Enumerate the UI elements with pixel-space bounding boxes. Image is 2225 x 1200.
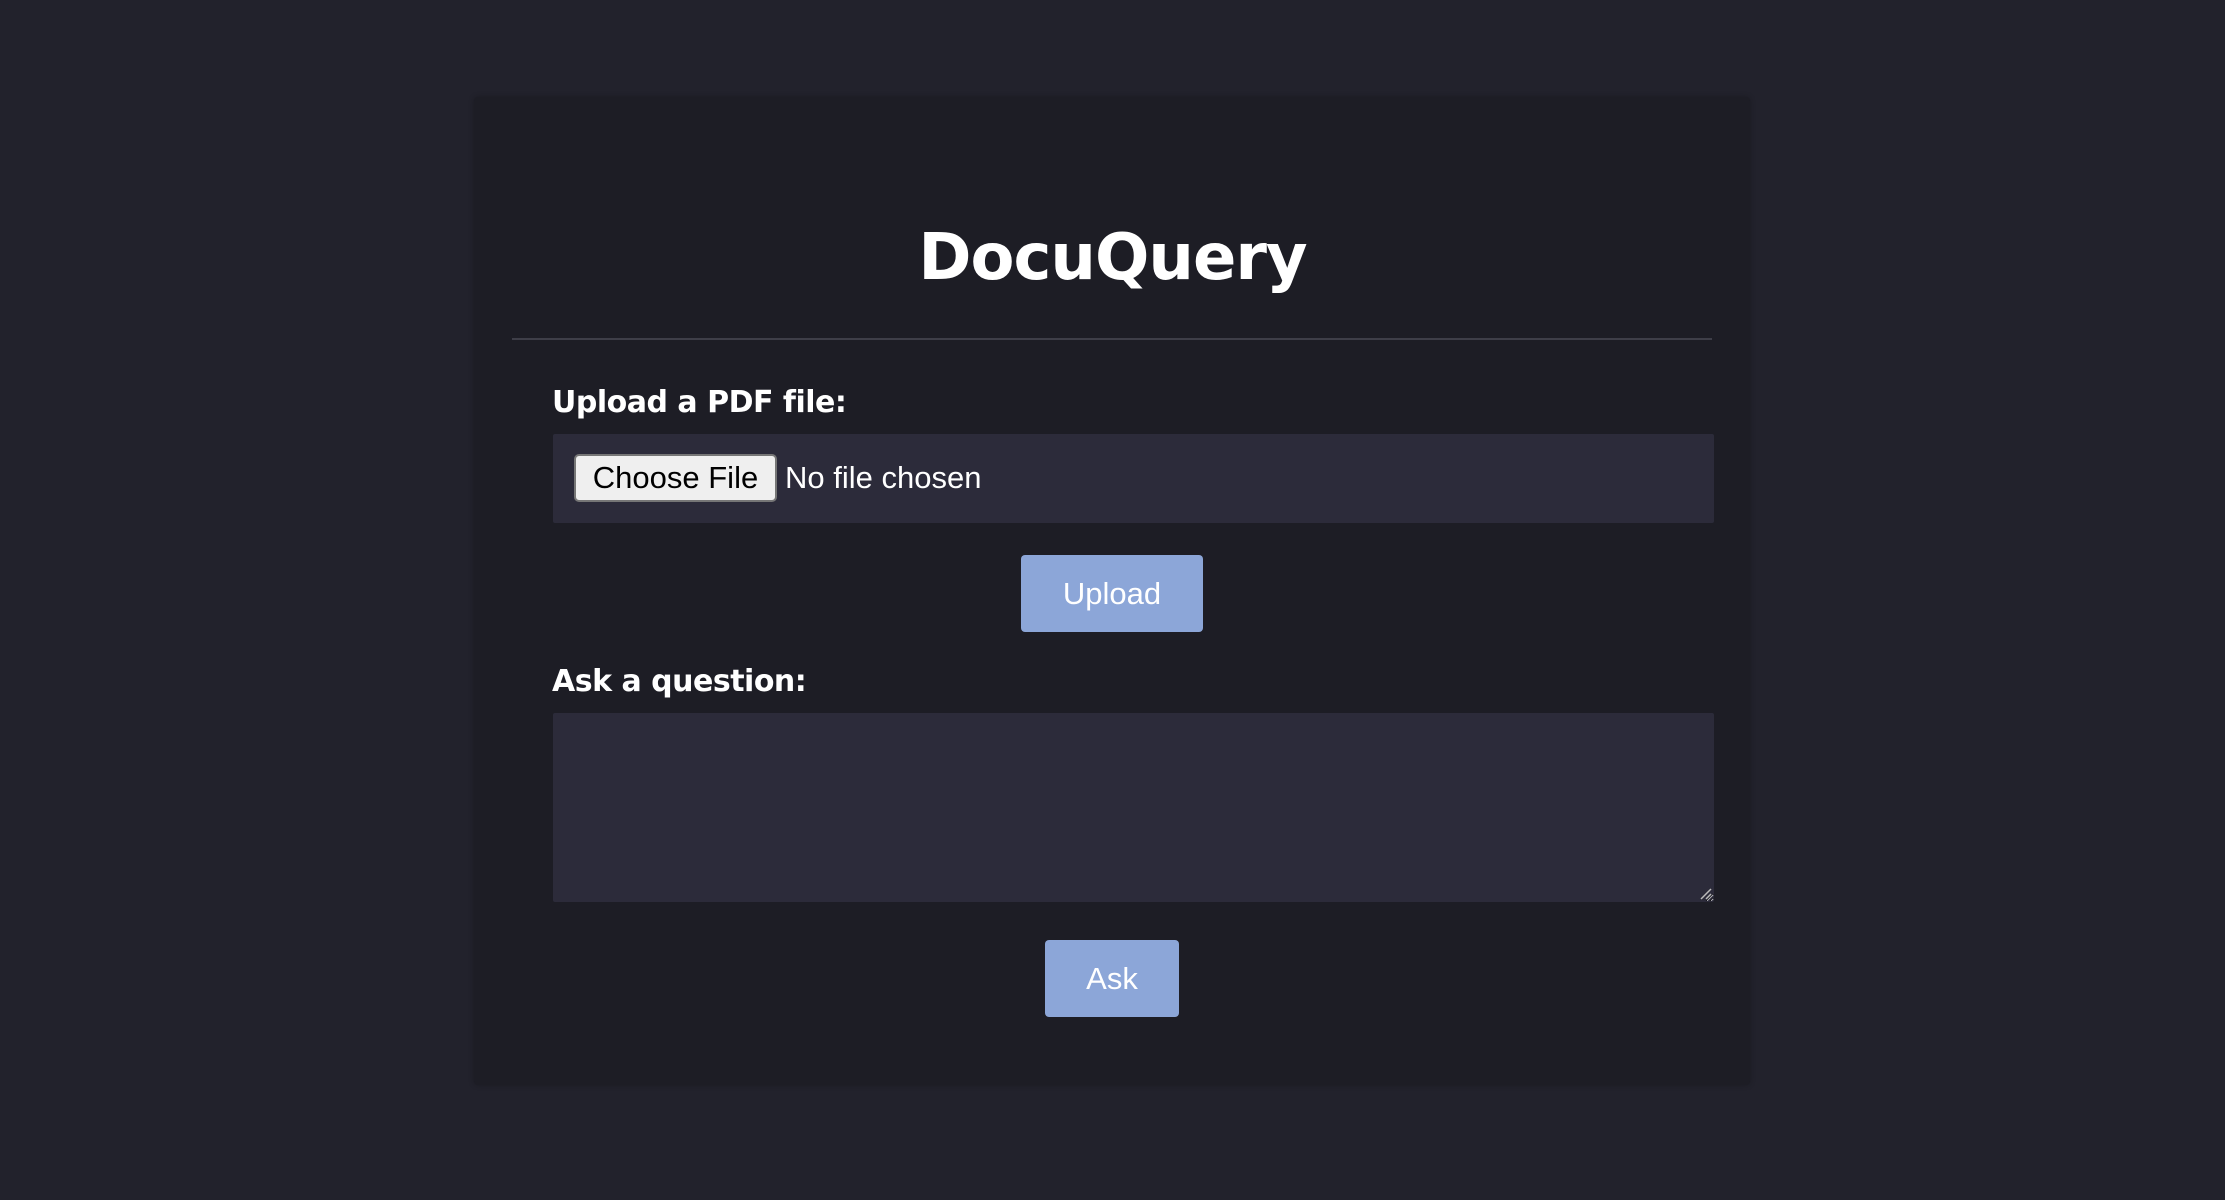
title-divider bbox=[512, 338, 1712, 340]
resize-handle-icon[interactable] bbox=[1700, 888, 1712, 900]
file-input[interactable]: Choose File No file chosen bbox=[553, 434, 1714, 523]
choose-file-button[interactable]: Choose File bbox=[574, 454, 777, 502]
page-title: DocuQuery bbox=[918, 221, 1307, 295]
upload-label: Upload a PDF file: bbox=[552, 385, 847, 420]
ask-button[interactable]: Ask bbox=[1045, 940, 1179, 1017]
question-label: Ask a question: bbox=[552, 664, 807, 699]
file-status: No file chosen bbox=[785, 460, 982, 495]
question-input[interactable] bbox=[553, 713, 1714, 902]
upload-button[interactable]: Upload bbox=[1021, 555, 1203, 632]
